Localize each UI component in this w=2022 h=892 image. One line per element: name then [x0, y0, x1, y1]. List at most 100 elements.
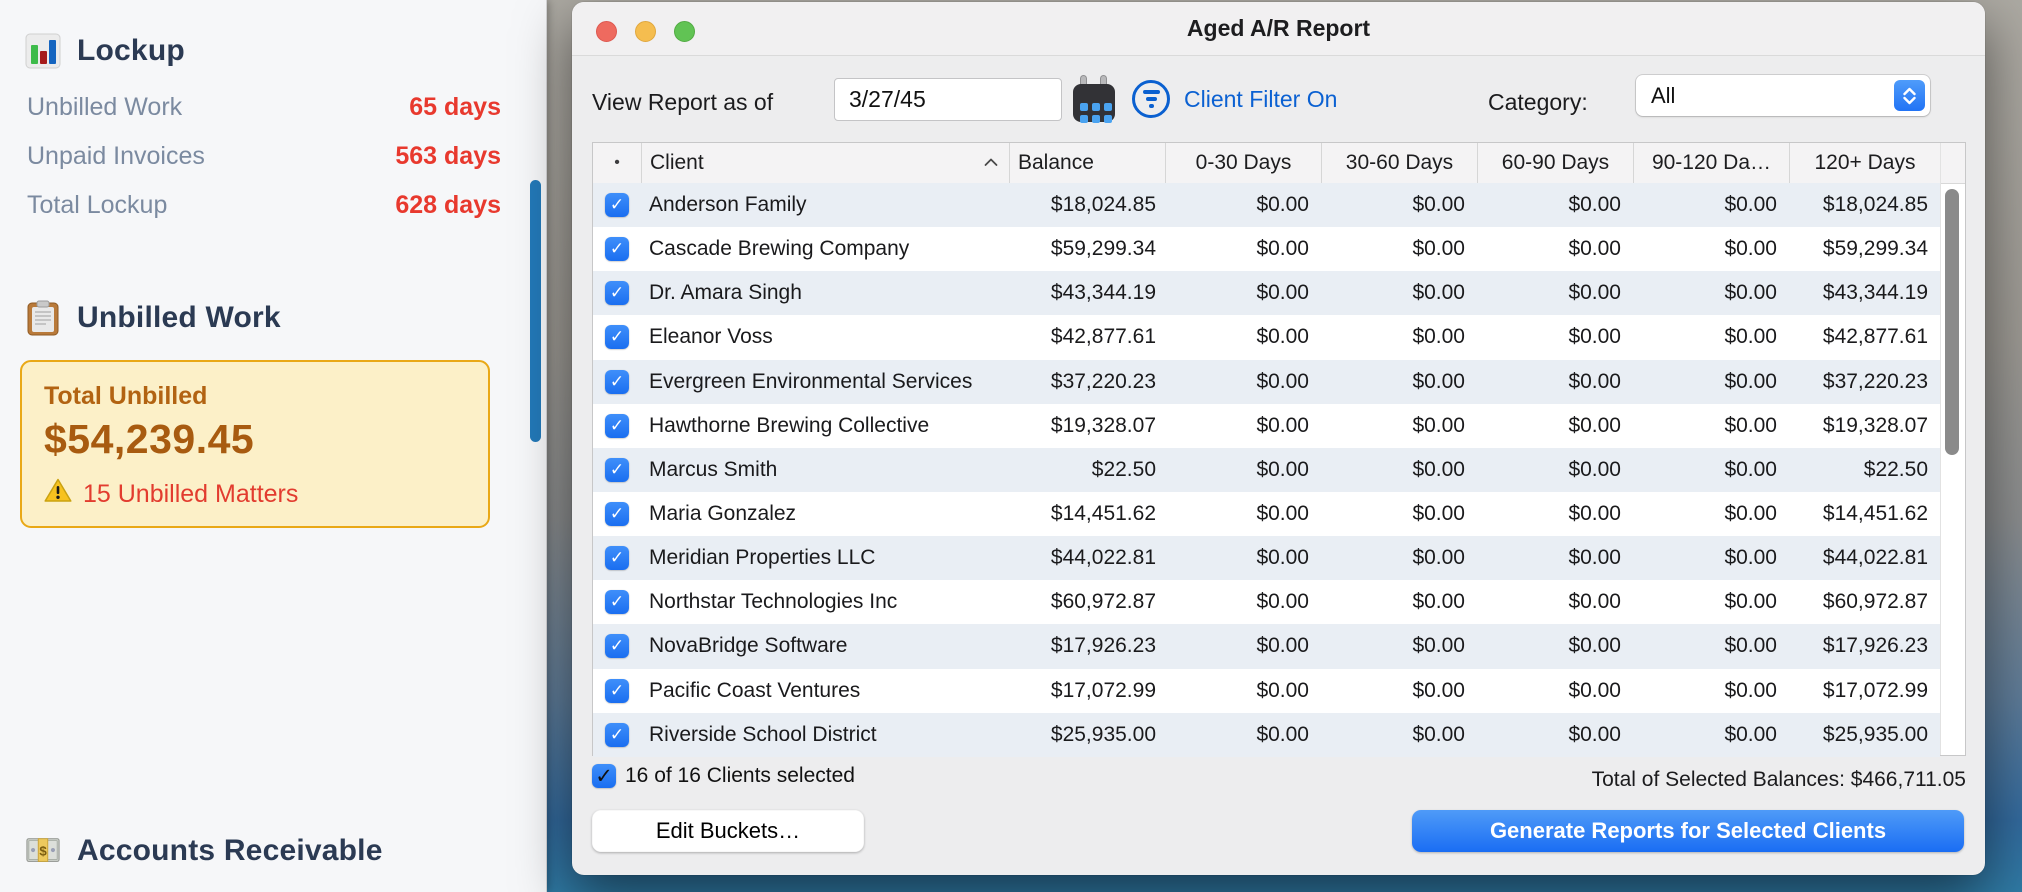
client-name-cell: Meridian Properties LLC: [649, 546, 876, 570]
view-report-label: View Report as of: [592, 89, 774, 115]
accounts-receivable-title: Accounts Receivable: [77, 834, 383, 867]
row-checkbox[interactable]: ✓: [605, 281, 629, 306]
client-filter-label: Client Filter On: [1184, 85, 1338, 112]
row-checkbox[interactable]: ✓: [605, 502, 629, 527]
amount-cell: $0.00: [1568, 457, 1621, 481]
column-header-30-60-days[interactable]: 30-60 Days: [1321, 143, 1477, 183]
row-checkbox[interactable]: ✓: [605, 546, 629, 571]
close-button[interactable]: [596, 21, 617, 42]
amount-cell: $0.00: [1724, 281, 1777, 305]
lockup-metric-row: Total Lockup 628 days: [27, 190, 501, 220]
amount-cell: $0.00: [1724, 502, 1777, 526]
amount-cell: $59,299.34: [1822, 237, 1928, 261]
table-row[interactable]: ✓ NovaBridge Software $17,926.23 $0.00 $0.00…: [593, 624, 1940, 669]
table-scrollbar[interactable]: [1945, 189, 1959, 455]
amount-cell: $0.00: [1256, 413, 1309, 437]
amount-cell: $17,926.23: [1822, 634, 1928, 658]
row-checkbox[interactable]: ✓: [605, 722, 629, 747]
amount-cell: $0.00: [1724, 634, 1777, 658]
table-row[interactable]: ✓ Riverside School District $25,935.00 $0.0…: [593, 712, 1940, 757]
table-header-row: • Client Balance 0-30 Days 30-60 Days 60-90 D…: [593, 143, 1965, 184]
row-checkbox[interactable]: ✓: [605, 237, 629, 262]
row-checkbox[interactable]: ✓: [605, 193, 629, 218]
amount-cell: $0.00: [1568, 325, 1621, 349]
generate-reports-button[interactable]: Generate Reports for Selected Clients: [1412, 810, 1964, 852]
metric-label: Unbilled Work: [27, 92, 183, 121]
amount-cell: $0.00: [1256, 634, 1309, 658]
calendar-picker-button[interactable]: [1072, 75, 1116, 123]
table-row[interactable]: ✓ Hawthorne Brewing Collective $19,328.07 $…: [593, 404, 1940, 448]
amount-cell: $60,972.87: [1822, 590, 1928, 614]
client-name-cell: Hawthorne Brewing Collective: [649, 413, 930, 437]
total-unbilled-label: Total Unbilled: [44, 382, 208, 410]
client-name-cell: Maria Gonzalez: [649, 502, 797, 526]
client-name-cell: Anderson Family: [649, 193, 807, 217]
minimize-button[interactable]: [635, 21, 656, 42]
column-header-select[interactable]: •: [593, 143, 641, 183]
unbilled-work-title: Unbilled Work: [77, 301, 281, 334]
client-name-cell: Evergreen Environmental Services: [649, 369, 973, 393]
table-row[interactable]: ✓ Maria Gonzalez $14,451.62 $0.00 $0.00 $0.00…: [593, 492, 1940, 536]
amount-cell: $0.00: [1724, 722, 1777, 746]
dropdown-chevrons-icon: [1894, 80, 1925, 111]
amount-cell: $0.00: [1412, 281, 1465, 305]
amount-cell: $0.00: [1568, 590, 1621, 614]
column-header-0-30-days[interactable]: 0-30 Days: [1165, 143, 1321, 183]
table-row[interactable]: ✓ Dr. Amara Singh $43,344.19 $0.00 $0.00 $0.0…: [593, 271, 1940, 316]
report-date-input[interactable]: [834, 78, 1062, 121]
row-checkbox[interactable]: ✓: [605, 413, 629, 438]
row-checkbox[interactable]: ✓: [605, 325, 629, 350]
amount-cell: $0.00: [1568, 193, 1621, 217]
sort-ascending-icon: [983, 157, 999, 167]
table-row[interactable]: ✓ Evergreen Environmental Services $37,220…: [593, 359, 1940, 404]
amount-cell: $0.00: [1256, 590, 1309, 614]
client-filter-button[interactable]: Client Filter On: [1132, 80, 1337, 118]
table-row[interactable]: ✓ Anderson Family $18,024.85 $0.00 $0.00 $0.0…: [593, 183, 1940, 228]
selection-summary: 16 of 16 Clients selected: [625, 764, 855, 787]
client-name-cell: Dr. Amara Singh: [649, 281, 802, 305]
amount-cell: $0.00: [1724, 237, 1777, 261]
amount-cell: $60,972.87: [1050, 590, 1156, 614]
amount-cell: $0.00: [1256, 457, 1309, 481]
amount-cell: $25,935.00: [1822, 722, 1928, 746]
amount-cell: $17,072.99: [1050, 678, 1156, 702]
row-checkbox[interactable]: ✓: [605, 457, 629, 482]
select-all-checkbox[interactable]: ✓: [592, 764, 616, 788]
amount-cell: $0.00: [1568, 413, 1621, 437]
amount-cell: $42,877.61: [1822, 325, 1928, 349]
row-checkbox[interactable]: ✓: [605, 634, 629, 659]
table-row[interactable]: ✓ Northstar Technologies Inc $60,972.87 $0.…: [593, 580, 1940, 624]
amount-cell: $0.00: [1256, 722, 1309, 746]
table-row[interactable]: ✓ Cascade Brewing Company $59,299.34 $0.00 $…: [593, 227, 1940, 271]
amount-cell: $19,328.07: [1822, 413, 1928, 437]
sidebar-scrollbar[interactable]: [530, 180, 541, 442]
amount-cell: $14,451.62: [1822, 502, 1928, 526]
row-checkbox[interactable]: ✓: [605, 369, 629, 394]
category-dropdown[interactable]: All: [1636, 75, 1930, 116]
zoom-button[interactable]: [674, 21, 695, 42]
total-unbilled-amount: $54,239.45: [44, 416, 255, 462]
amount-cell: $0.00: [1412, 237, 1465, 261]
column-header-90-120-da-[interactable]: 90-120 Da…: [1633, 143, 1789, 183]
column-header-60-90-days[interactable]: 60-90 Days: [1477, 143, 1633, 183]
column-header-120+-days[interactable]: 120+ Days: [1789, 143, 1940, 183]
dashboard-sidebar: Lockup Unbilled Work 65 days Unpaid Invoic…: [0, 0, 547, 892]
table-row[interactable]: ✓ Meridian Properties LLC $44,022.81 $0.00 $…: [593, 536, 1940, 581]
lockup-metric-row: Unbilled Work 65 days: [27, 92, 501, 122]
table-row[interactable]: ✓ Marcus Smith $22.50 $0.00 $0.00 $0.00 $0.00 $…: [593, 447, 1940, 492]
amount-cell: $0.00: [1724, 590, 1777, 614]
table-row[interactable]: ✓ Eleanor Voss $42,877.61 $0.00 $0.00 $0.00 $0…: [593, 315, 1940, 359]
money-icon: $: [25, 833, 61, 869]
amount-cell: $42,877.61: [1050, 325, 1156, 349]
column-header-client[interactable]: Client: [641, 143, 1009, 183]
table-row[interactable]: ✓ Pacific Coast Ventures $17,072.99 $0.00 $0…: [593, 669, 1940, 713]
row-checkbox[interactable]: ✓: [605, 590, 629, 615]
amount-cell: $43,344.19: [1822, 281, 1928, 305]
metric-value: 628 days: [395, 190, 501, 219]
edit-buckets-button[interactable]: Edit Buckets…: [592, 810, 864, 852]
amount-cell: $18,024.85: [1822, 193, 1928, 217]
window-titlebar[interactable]: Aged A/R Report: [572, 2, 1985, 56]
row-checkbox[interactable]: ✓: [605, 678, 629, 703]
amount-cell: $59,299.34: [1050, 237, 1156, 261]
column-header-balance[interactable]: Balance: [1009, 143, 1165, 183]
